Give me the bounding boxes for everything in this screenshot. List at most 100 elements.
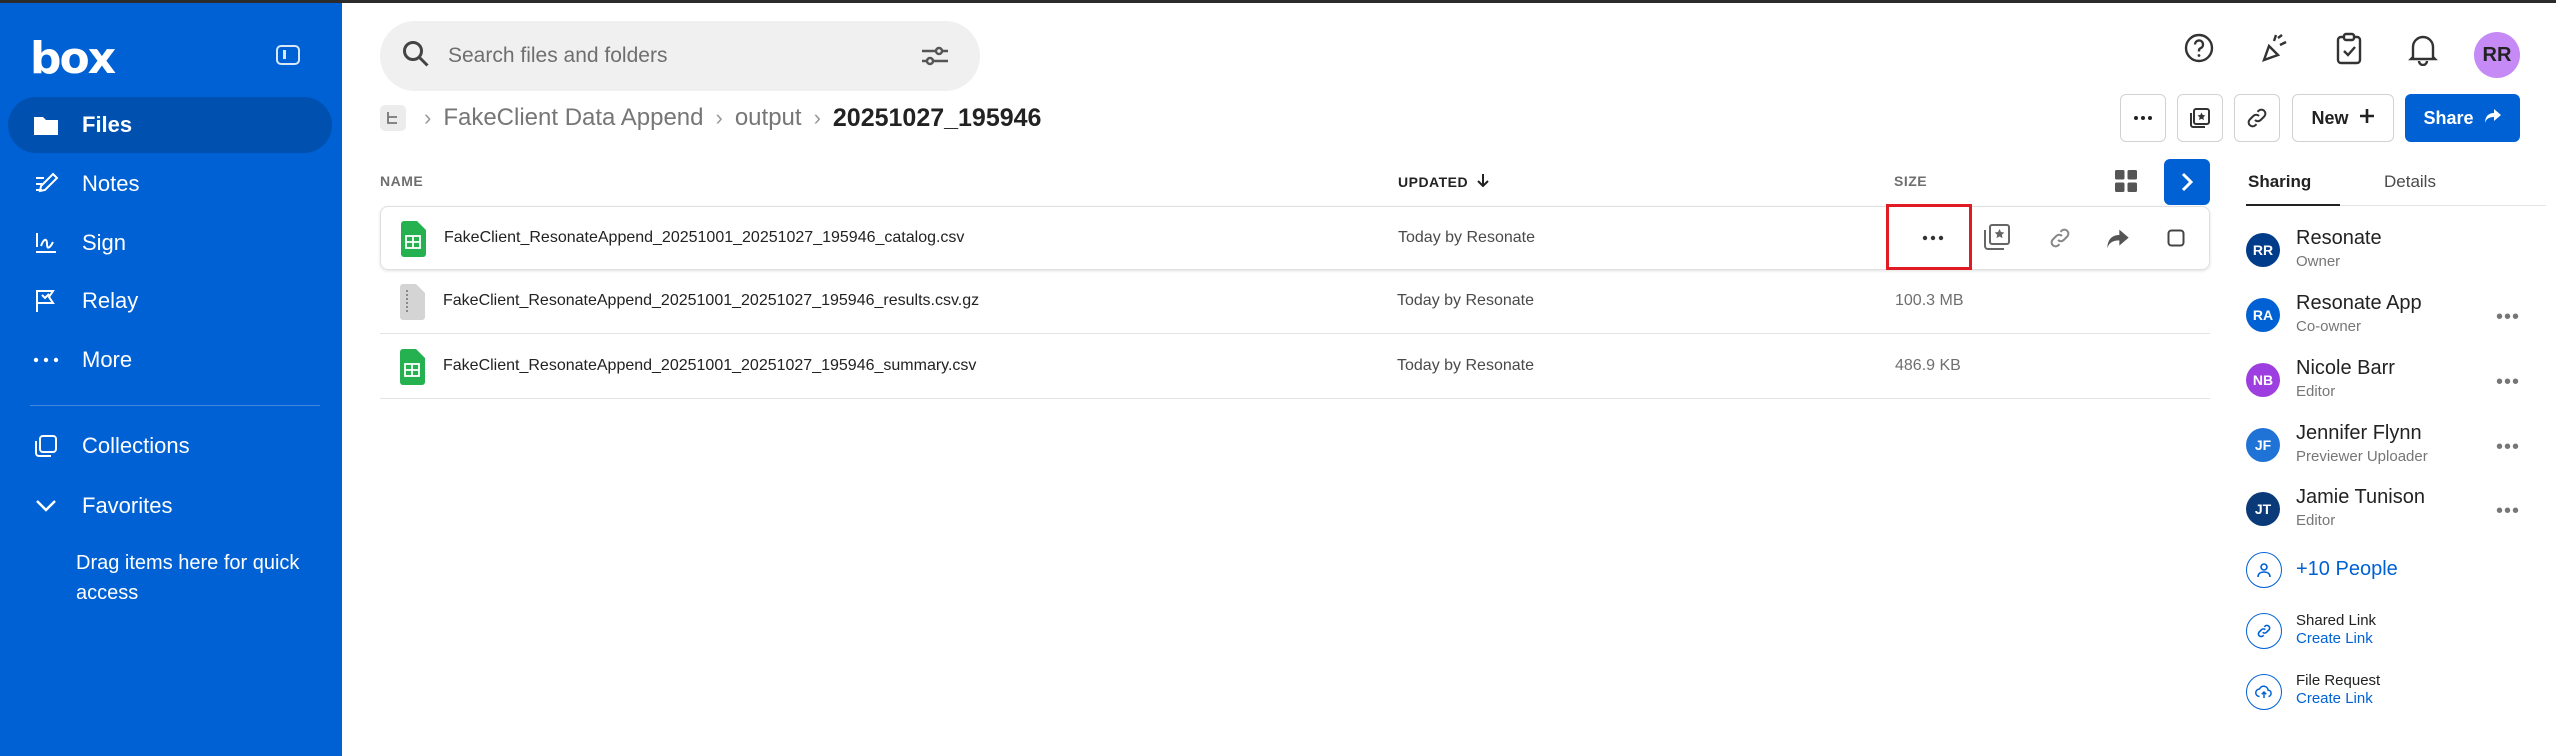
sidebar-item-more[interactable]: More [8,332,332,388]
collaborator-role: Editor [2296,512,2336,529]
file-name[interactable]: FakeClient_ResonateAppend_20251001_20251… [444,229,964,247]
file-updated: Today by Resonate [1398,229,1535,246]
avatar: JT [2246,492,2280,526]
collaborator-more-icon[interactable]: ••• [2496,436,2520,459]
share-arrow-icon [2484,108,2502,129]
sidebar-item-label: More [82,347,133,372]
sidebar-item-collections[interactable]: Collections [8,418,332,474]
file-name[interactable]: FakeClient_ResonateAppend_20251001_20251… [443,357,976,375]
chevron-down-icon [32,492,60,520]
folder-more-options-button[interactable] [2120,94,2166,142]
breadcrumb-current-folder: 20251027_195946 [832,103,1042,132]
collaborator-more-icon[interactable]: ••• [2496,306,2520,329]
file-request-upload-icon[interactable] [2246,674,2282,710]
sidebar-item-sign[interactable]: Sign [8,215,332,271]
chevron-right-icon: › [424,105,432,130]
search-filter-icon[interactable] [920,45,950,72]
sidebar-item-files[interactable]: Files [8,97,332,153]
more-people-link[interactable]: +10 People [2296,558,2398,581]
whats-new-icon[interactable] [2258,32,2290,71]
sidebar-item-favorites[interactable]: Favorites [8,478,332,534]
breadcrumb: › FakeClient Data Append › output › 2025… [380,100,1041,136]
new-button-label: New [2311,107,2349,128]
active-tab-indicator [2246,204,2340,206]
search-bar[interactable] [380,21,980,91]
tab-details[interactable]: Details [2384,172,2436,192]
breadcrumb-item-output[interactable]: output [735,104,802,132]
window-top-border [0,0,2556,3]
sidebar-panel-toggle-button[interactable] [2164,159,2210,205]
folder-tree-icon[interactable] [380,105,406,131]
collaborator-name: Jamie Tunison [2296,486,2425,508]
notifications-bell-icon[interactable] [2408,32,2438,71]
table-row[interactable]: FakeClient_ResonateAppend_20251001_20251… [380,335,2210,399]
avatar: NB [2246,363,2280,397]
sort-arrow-down-icon [1476,174,1489,190]
collaborator-name: Resonate App [2296,292,2422,314]
sidebar-item-relay[interactable]: Relay [8,273,332,329]
file-request-create[interactable]: Create Link [2296,690,2373,707]
collaborator-name: Resonate [2296,227,2382,249]
shared-link-title: Shared Link [2296,612,2377,629]
user-avatar[interactable]: RR [2474,32,2520,78]
search-input[interactable] [448,44,888,68]
collaborator-item: NB Nicole Barr Editor ••• [2246,357,2546,413]
table-row[interactable]: FakeClient_ResonateAppend_20251001_20251… [380,270,2210,334]
collaborator-role: Editor [2296,383,2336,400]
breadcrumb-item-client[interactable]: FakeClient Data Append [443,104,703,132]
file-request-title: File Request [2296,672,2381,689]
collections-icon [32,432,60,460]
file-updated: Today by Resonate [1397,357,1534,374]
collaborator-more-icon[interactable]: ••• [2496,371,2520,394]
plus-icon [2359,108,2375,129]
file-updated: Today by Resonate [1397,292,1534,309]
collaborator-role: Previewer Uploader [2296,448,2428,465]
sidebar-item-label: Favorites [82,493,173,518]
column-header-name[interactable]: NAME [380,173,423,189]
collaborator-item: JF Jennifer Flynn Previewer Uploader ••• [2246,422,2546,478]
chevron-right-icon: › [715,105,723,130]
column-header-updated[interactable]: UPDATED [1398,173,1489,190]
shared-link-create[interactable]: Create Link [2296,630,2373,647]
sidebar-item-notes[interactable]: Notes [8,156,332,212]
box-logo[interactable]: box [30,33,116,84]
row-share-icon[interactable] [2106,228,2130,255]
collaborator-item: RR Resonate Owner [2246,227,2546,283]
sidebar-item-label: Collections [82,433,190,458]
row-more-options-button[interactable] [1913,226,1953,250]
column-header-size[interactable]: SIZE [1894,173,1927,189]
collaborator-role: Owner [2296,253,2341,270]
tab-sharing[interactable]: Sharing [2248,172,2311,192]
row-select-checkbox[interactable] [2167,229,2185,252]
sidebar-divider [30,405,320,406]
collaborator-name: Nicole Barr [2296,357,2395,379]
chevron-right-icon: › [813,105,821,130]
row-copy-link-icon[interactable] [2048,226,2072,255]
search-icon [402,40,430,73]
add-to-collection-button[interactable] [2177,94,2223,142]
file-name[interactable]: FakeClient_ResonateAppend_20251001_20251… [443,292,979,310]
spreadsheet-icon [398,349,426,390]
relay-flag-icon [32,287,60,315]
sidebar-collapse-icon[interactable] [276,45,300,65]
shared-link-icon[interactable] [2246,613,2282,649]
sidebar: box Files Notes Sign Relay More Collecti… [0,3,342,756]
row-add-to-collection-icon[interactable] [1982,222,2012,257]
file-size: 100.3 MB [1895,292,1964,309]
share-button-label: Share [2423,107,2474,128]
collaborator-more-icon[interactable]: ••• [2496,500,2520,523]
spreadsheet-icon [399,221,427,262]
tasks-clipboard-icon[interactable] [2334,32,2364,71]
grid-view-icon[interactable] [2114,169,2138,198]
collaborator-item: JT Jamie Tunison Editor ••• [2246,486,2546,542]
new-button[interactable]: New [2292,94,2394,142]
person-icon[interactable] [2246,552,2282,588]
notes-icon [32,170,60,198]
help-icon[interactable] [2183,32,2215,69]
archive-file-icon [398,284,426,325]
copy-link-button[interactable] [2234,94,2280,142]
column-header-updated-label: UPDATED [1398,174,1469,190]
sidebar-item-label: Relay [82,288,139,313]
share-button[interactable]: Share [2405,94,2520,142]
more-dots-icon [32,346,60,374]
